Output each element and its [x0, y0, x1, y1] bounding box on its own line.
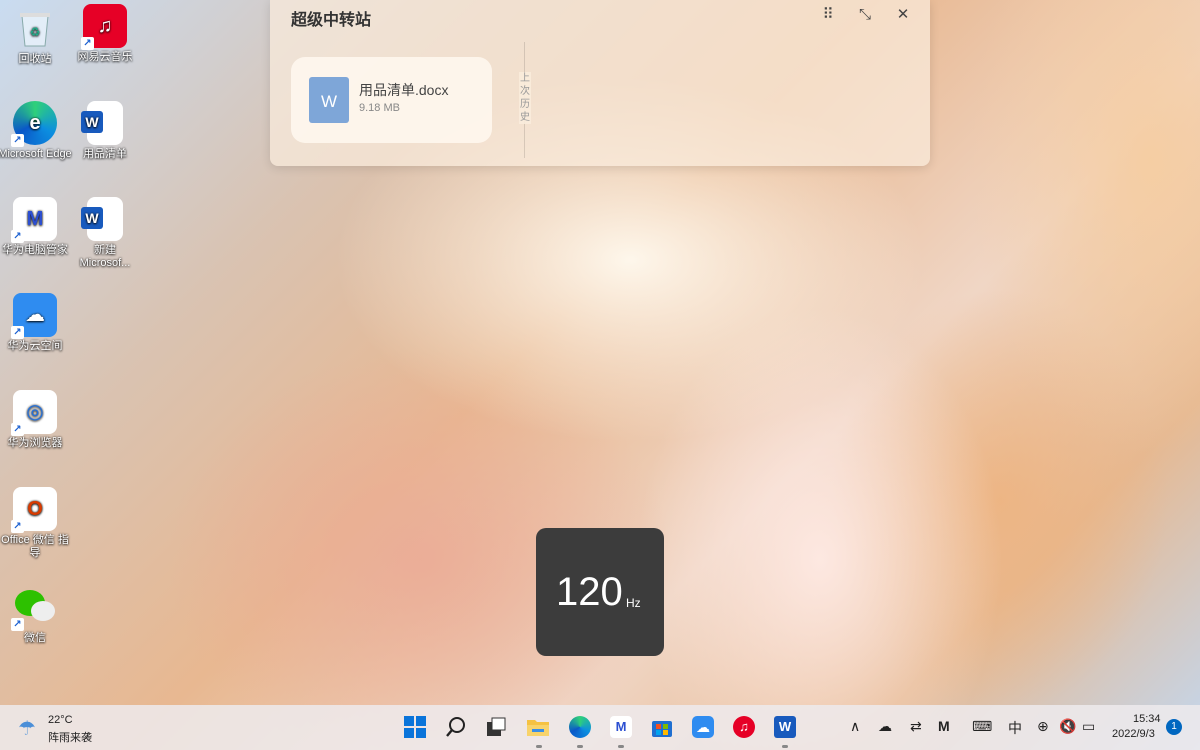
- huawei-cloud-icon: ☁: [692, 716, 714, 738]
- store-icon: [652, 721, 672, 737]
- onedrive-icon[interactable]: ☁: [878, 718, 892, 735]
- desktop-icon-label: 网易云音乐: [77, 51, 133, 63]
- battery-icon[interactable]: ▭: [1082, 718, 1095, 735]
- desktop-icon-word-doc-2[interactable]: W 新建 Microsof...: [68, 197, 142, 270]
- desktop-icon-label: Microsoft Edge: [0, 148, 72, 160]
- word-doc-icon: W: [81, 101, 123, 145]
- shortcut-arrow-icon: ↗: [11, 326, 24, 339]
- desktop-icon-label: 微信: [24, 632, 46, 644]
- transfer-file-card[interactable]: W 用品清单.docx 9.18 MB: [291, 57, 492, 143]
- desktop-icon-label: Office 微信 指导: [1, 534, 69, 559]
- running-indicator: [618, 745, 624, 748]
- huawei-browser-icon: ◎ ↗: [11, 390, 57, 436]
- transfer-station-panel: 超级中转站 ⠿ ⤡ ✕ W 用品清单.docx 9.18 MB 上次历史: [270, 0, 930, 166]
- task-view-button[interactable]: [482, 713, 510, 741]
- desktop-icon-office[interactable]: O ↗ Office 微信 指导: [0, 487, 72, 560]
- settings-sliders-icon[interactable]: ⇄: [910, 718, 922, 735]
- word-taskbar-button[interactable]: W: [771, 713, 799, 741]
- clock-date[interactable]: 2022/9/3: [1112, 728, 1155, 740]
- desktop-icon-netease-music[interactable]: ♫ ↗ 网易云音乐: [68, 4, 142, 64]
- search-button[interactable]: [442, 713, 470, 741]
- desktop-icon-label: 华为浏览器: [7, 437, 63, 449]
- file-size: 9.18 MB: [359, 102, 400, 114]
- shortcut-arrow-icon: ↗: [11, 618, 24, 631]
- desktop-icon-word-doc-1[interactable]: W 用品清单: [68, 101, 142, 161]
- shortcut-arrow-icon: ↗: [11, 520, 24, 533]
- taskbar: ☂ 22°C 阵雨来袭 M ☁ ♫ W ∧ ☁ ⇄ M ⌨ 中 ⊕ 🔇 ▭ 15…: [0, 705, 1200, 750]
- task-view-icon: [487, 717, 506, 736]
- transfer-station-title: 超级中转站: [291, 12, 372, 29]
- desktop-icon-huawei-browser[interactable]: ◎ ↗ 华为浏览器: [0, 390, 72, 450]
- refresh-rate-osd: 120 Hz: [536, 528, 664, 656]
- store-taskbar-button[interactable]: [648, 713, 676, 741]
- history-button[interactable]: 上次历史: [519, 72, 531, 124]
- huawei-cloud-icon: ☁ ↗: [11, 293, 57, 339]
- desktop-icon-label: 华为电脑管家: [2, 244, 68, 256]
- ime-indicator[interactable]: 中: [1008, 718, 1022, 738]
- word-file-icon: W: [309, 77, 349, 123]
- start-button[interactable]: [401, 713, 429, 741]
- shortcut-arrow-icon: ↗: [11, 423, 24, 436]
- keyboard-icon[interactable]: ⌨: [972, 718, 992, 735]
- notification-badge[interactable]: 1: [1166, 719, 1182, 735]
- huawei-pc-manager-taskbar-button[interactable]: M: [607, 713, 635, 741]
- refresh-rate-value: 120: [556, 570, 623, 614]
- wechat-icon: ↗: [11, 585, 57, 631]
- huawei-cloud-taskbar-button[interactable]: ☁: [689, 713, 717, 741]
- desktop-icon-label: 回收站: [18, 53, 52, 65]
- weather-rain-icon: ☂: [18, 718, 36, 740]
- word-file-letter: W: [320, 92, 338, 111]
- netease-music-icon: ♫: [733, 716, 755, 738]
- chevron-up-icon[interactable]: ∧: [850, 718, 860, 735]
- volume-muted-icon[interactable]: 🔇: [1059, 718, 1076, 735]
- folder-icon: [527, 720, 549, 736]
- desktop-icon-edge[interactable]: e ↗ Microsoft Edge: [0, 101, 72, 161]
- running-indicator: [577, 745, 583, 748]
- windows-logo-icon: [404, 716, 426, 738]
- svg-text:♻: ♻: [30, 25, 41, 39]
- huawei-pc-manager-tray-icon[interactable]: M: [938, 718, 950, 734]
- shortcut-arrow-icon: ↗: [81, 37, 94, 50]
- clock-time[interactable]: 15:34: [1133, 713, 1161, 725]
- desktop-icon-huawei-pc-manager[interactable]: M ↗ 华为电脑管家: [0, 197, 72, 257]
- office-icon: O ↗: [11, 487, 57, 533]
- close-icon[interactable]: ✕: [890, 4, 916, 26]
- huawei-pc-manager-icon: M: [610, 716, 632, 738]
- recycle-bin-icon: ♻: [13, 6, 57, 50]
- network-globe-icon[interactable]: ⊕: [1037, 718, 1049, 735]
- running-indicator: [782, 745, 788, 748]
- desktop-icon-label: 华为云空间: [7, 340, 63, 352]
- drag-handle-icon[interactable]: ⠿: [815, 4, 841, 26]
- file-explorer-button[interactable]: [524, 713, 552, 741]
- file-name: 用品清单.docx: [359, 82, 449, 98]
- collapse-icon[interactable]: ⤡: [852, 4, 878, 26]
- desktop-icon-huawei-cloud[interactable]: ☁ ↗ 华为云空间: [0, 293, 72, 353]
- search-icon: [446, 717, 465, 737]
- huawei-pc-manager-icon: M ↗: [11, 197, 57, 243]
- weather-widget[interactable]: ☂ 22°C 阵雨来袭: [18, 712, 108, 744]
- refresh-rate-unit: Hz: [626, 596, 641, 610]
- edge-taskbar-button[interactable]: [566, 713, 594, 741]
- shortcut-arrow-icon: ↗: [11, 230, 24, 243]
- word-icon: W: [774, 716, 796, 738]
- edge-icon: e ↗: [11, 101, 57, 147]
- netease-music-icon: ♫ ↗: [81, 4, 127, 50]
- running-indicator: [536, 745, 542, 748]
- desktop-icon-wechat[interactable]: ↗ 微信: [0, 585, 72, 645]
- edge-icon: [569, 716, 591, 738]
- desktop-icon-label: 新建 Microsof...: [79, 244, 131, 269]
- word-doc-icon: W: [81, 197, 123, 241]
- desktop-icon-recycle-bin[interactable]: ♻ 回收站: [0, 6, 72, 66]
- netease-music-taskbar-button[interactable]: ♫: [730, 713, 758, 741]
- weather-temp: 22°C: [48, 714, 73, 726]
- shortcut-arrow-icon: ↗: [11, 134, 24, 147]
- desktop-icon-label: 用品清单: [83, 148, 127, 160]
- weather-desc: 阵雨来袭: [48, 732, 92, 744]
